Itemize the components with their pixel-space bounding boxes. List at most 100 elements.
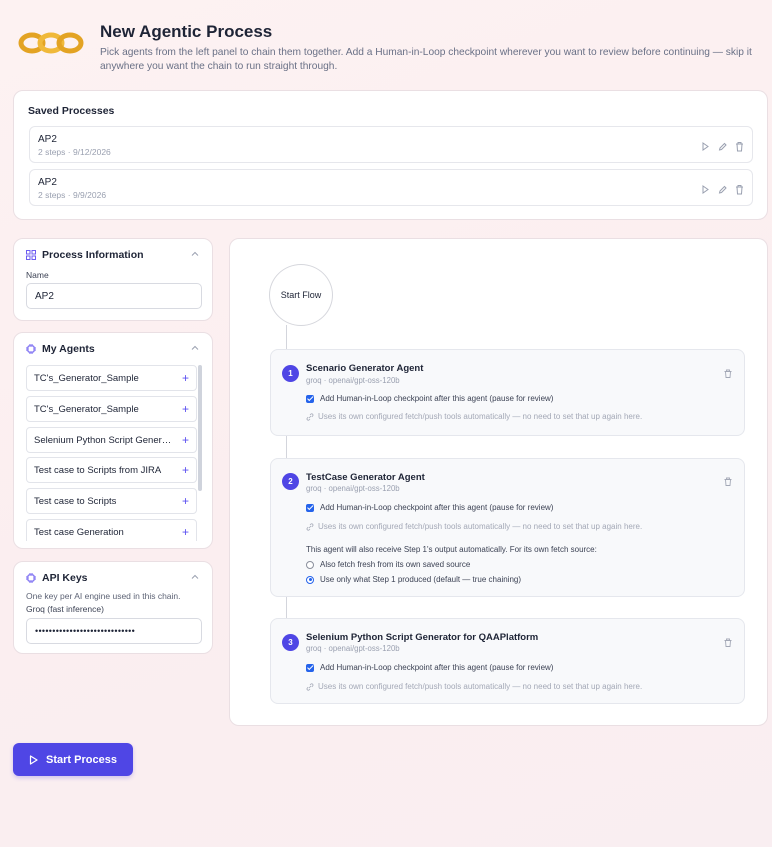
agent-list-item[interactable]: TC's_Generator_Sample + [26,396,197,422]
hil-checkbox-row[interactable]: Add Human-in-Loop checkpoint after this … [306,394,553,403]
flow-step-1: 1 Scenario Generator Agent groq · openai… [270,349,745,436]
agent-name: TC's_Generator_Sample [34,403,139,415]
api-keys-hint: One key per AI engine used in this chain… [26,591,181,601]
page-header: New Agentic Process Pick agents from the… [16,18,761,78]
flow-connector [286,436,287,458]
flow-connector [286,597,287,618]
saved-process-name: AP2 [38,134,57,145]
groq-key-label: Groq (fast inference) [26,604,104,614]
play-icon[interactable] [701,182,710,194]
step-model: groq · openai/gpt-oss-120b [306,376,400,385]
play-icon [29,754,38,765]
fetch-fresh-option[interactable]: Also fetch fresh from its own saved sour… [306,560,470,569]
agent-list-item[interactable]: Test case Generation + [26,519,197,541]
agent-name: Test case to Scripts from JIRA [34,464,162,476]
saved-process-row[interactable]: AP2 2 steps · 9/12/2026 [29,126,753,163]
agent-name: Selenium Python Script Generator for QAA… [34,434,174,446]
add-agent-icon[interactable]: + [182,433,189,447]
fetch-fresh-radio[interactable] [306,560,314,569]
step-title: TestCase Generator Agent [306,472,425,483]
api-keys-header[interactable]: API Keys [26,572,88,584]
agent-name: Test case to Scripts [34,495,117,507]
trash-icon[interactable] [724,369,732,378]
step-title: Scenario Generator Agent [306,363,424,374]
add-agent-icon[interactable]: + [182,402,189,416]
page-title: New Agentic Process [100,22,273,41]
chain-receive-text: This agent will also receive Step 1's ou… [306,545,597,554]
chevron-up-icon[interactable] [191,573,199,581]
agent-list-item[interactable]: Test case to Scripts from JIRA + [26,457,197,483]
start-process-button[interactable]: Start Process [13,743,133,776]
tools-note-text: Uses its own configured fetch/push tools… [318,682,643,691]
step-number-badge: 1 [282,365,299,382]
grid-icon [26,250,36,260]
agents-scrollbar[interactable] [198,365,202,491]
hil-checkbox[interactable] [306,394,314,403]
saved-processes-card: Saved Processes AP2 2 steps · 9/12/2026 … [13,90,768,220]
saved-process-row[interactable]: AP2 2 steps · 9/9/2026 [29,169,753,206]
name-label: Name [26,270,49,280]
flow-connector [286,325,287,349]
step-model: groq · openai/gpt-oss-120b [306,644,400,653]
step-title: Selenium Python Script Generator for QAA… [306,632,539,643]
agent-list-item[interactable]: Test case to Scripts + [26,488,197,514]
use-step-output-label: Use only what Step 1 produced (default —… [320,575,522,584]
link-icon [306,412,314,421]
add-agent-icon[interactable]: + [182,371,189,385]
process-info-header[interactable]: Process Information [26,249,144,261]
start-process-label: Start Process [46,753,117,766]
chevron-up-icon[interactable] [191,250,199,258]
saved-processes-title: Saved Processes [28,105,115,117]
hil-label: Add Human-in-Loop checkpoint after this … [320,503,554,512]
add-agent-icon[interactable]: + [182,525,189,539]
trash-icon[interactable] [735,139,744,152]
agent-list-item[interactable]: Selenium Python Script Generator for QAA… [26,427,197,453]
tools-note: Uses its own configured fetch/push tools… [306,522,642,531]
tools-note: Uses its own configured fetch/push tools… [306,682,642,691]
trash-icon[interactable] [724,477,732,486]
play-icon[interactable] [701,139,710,151]
process-info-card: Process Information Name AP2 [13,238,213,321]
hil-checkbox[interactable] [306,503,314,512]
link-icon [306,682,314,691]
flow-step-2: 2 TestCase Generator Agent groq · openai… [270,458,745,597]
tools-note-text: Uses its own configured fetch/push tools… [318,412,643,421]
chip-icon [26,573,36,583]
saved-process-meta: 2 steps · 9/9/2026 [38,190,107,200]
fetch-fresh-label: Also fetch fresh from its own saved sour… [320,560,471,569]
link-icon [306,522,314,531]
hil-label: Add Human-in-Loop checkpoint after this … [320,394,554,403]
use-step-output-option[interactable]: Use only what Step 1 produced (default —… [306,575,521,584]
my-agents-title: My Agents [42,343,95,355]
agent-name: Test case Generation [34,526,124,538]
my-agents-header[interactable]: My Agents [26,343,95,355]
edit-icon[interactable] [718,182,727,194]
agent-list-item[interactable]: TC's_Generator_Sample + [26,365,197,391]
api-keys-card: API Keys One key per AI engine used in t… [13,561,213,654]
hil-checkbox-row[interactable]: Add Human-in-Loop checkpoint after this … [306,663,553,672]
saved-process-meta: 2 steps · 9/12/2026 [38,147,111,157]
saved-process-name: AP2 [38,177,57,188]
trash-icon[interactable] [724,638,732,647]
edit-icon[interactable] [718,139,727,151]
hil-checkbox-row[interactable]: Add Human-in-Loop checkpoint after this … [306,503,553,512]
chevron-up-icon[interactable] [191,344,199,352]
process-info-title: Process Information [42,249,144,261]
add-agent-icon[interactable]: + [182,494,189,508]
step-number-badge: 2 [282,473,299,490]
add-agent-icon[interactable]: + [182,463,189,477]
chain-logo-icon [18,28,84,58]
step-model: groq · openai/gpt-oss-120b [306,484,400,493]
page-subtitle: Pick agents from the left panel to chain… [100,47,752,72]
start-flow-node: Start Flow [269,264,333,326]
groq-key-input[interactable]: ••••••••••••••••••••••••••••• [26,618,202,644]
trash-icon[interactable] [735,182,744,195]
agents-list[interactable]: TC's_Generator_Sample + TC's_Generator_Sa… [26,365,199,541]
chip-icon [26,344,36,354]
process-name-input[interactable]: AP2 [26,283,202,309]
step-number-badge: 3 [282,634,299,651]
use-step-output-radio[interactable] [306,575,314,584]
api-keys-title: API Keys [42,572,88,584]
hil-checkbox[interactable] [306,663,314,672]
my-agents-card: My Agents TC's_Generator_Sample + TC's_Ge… [13,332,213,549]
